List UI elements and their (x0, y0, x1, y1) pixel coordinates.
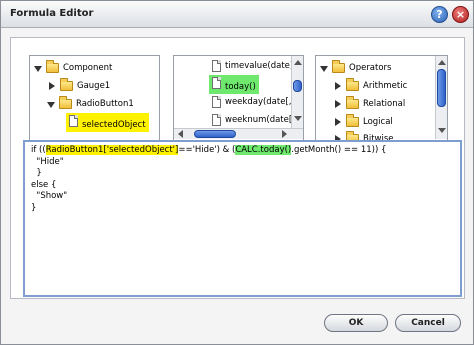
selected-highlight: today() (209, 74, 259, 94)
document-icon (212, 114, 221, 126)
code-text: } (31, 202, 37, 213)
ok-button[interactable]: OK (324, 314, 388, 332)
tree-item-selectedobject[interactable]: selectedObject (66, 112, 149, 132)
chevron-right-icon[interactable] (49, 82, 55, 90)
code-text: if (( (31, 145, 46, 155)
title-bar: Formula Editor ? × (1, 1, 473, 28)
vertical-scrollbar[interactable] (291, 56, 303, 128)
scroll-up-icon[interactable] (438, 60, 446, 65)
vertical-scrollbar[interactable] (435, 56, 447, 139)
tree-item-radiobutton1[interactable]: RadioButton1 (47, 96, 134, 112)
document-icon (69, 114, 78, 127)
tree-item-relational[interactable]: Relational (334, 96, 405, 112)
chevron-down-icon[interactable] (34, 66, 42, 72)
scroll-up-icon[interactable] (294, 60, 302, 65)
tree-item-label: Arithmetic (363, 81, 408, 91)
function-item[interactable]: weeknum(date[, r (212, 112, 301, 128)
chevron-down-icon[interactable] (47, 102, 55, 108)
function-label: weekday(date[, r (225, 97, 298, 107)
chevron-right-icon[interactable] (335, 118, 341, 126)
cancel-button[interactable]: Cancel (395, 314, 461, 332)
horizontal-scrollbar[interactable] (174, 128, 303, 139)
selected-highlight: selectedObject (66, 112, 149, 132)
close-icon[interactable]: × (452, 6, 469, 23)
folder-icon (346, 78, 359, 91)
scroll-thumb[interactable] (293, 80, 302, 92)
folder-icon (332, 60, 345, 73)
document-icon (212, 96, 221, 108)
function-label: timevalue(date) (225, 61, 294, 71)
function-reference-highlight: CALC.today() (235, 145, 292, 155)
tree-item-gauge1[interactable]: Gauge1 (48, 78, 110, 94)
tree-item-component[interactable]: Component (34, 60, 112, 76)
document-icon (212, 60, 221, 72)
dialog-title: Formula Editor (10, 8, 94, 19)
tree-item-label: Gauge1 (77, 81, 111, 91)
folder-icon (346, 114, 359, 127)
document-icon (212, 76, 221, 89)
scroll-thumb[interactable] (194, 130, 236, 138)
tree-item-label: Operators (349, 63, 392, 73)
function-item[interactable]: timevalue(date) (212, 58, 293, 74)
formula-text-area[interactable]: if ((RadioButton1['selectedObject']=='Hi… (23, 140, 462, 297)
code-text: =='Hide') & ( (178, 145, 236, 155)
chevron-right-icon[interactable] (335, 82, 341, 90)
editor-content: Component Gauge1 RadioButton1 selectedOb… (10, 37, 465, 299)
folder-icon (346, 96, 359, 109)
component-reference-highlight: RadioButton1['selectedObject'] (45, 145, 179, 155)
formula-code: if ((RadioButton1['selectedObject']=='Hi… (31, 145, 386, 214)
function-item[interactable]: weekday(date[, r (212, 94, 298, 110)
function-item-today[interactable]: today() (209, 74, 259, 94)
code-text: } (31, 168, 42, 178)
tree-item-label: Logical (363, 117, 393, 127)
function-label: today() (225, 81, 256, 92)
scroll-left-icon[interactable] (178, 130, 183, 138)
chevron-down-icon[interactable] (320, 66, 328, 72)
code-text: else { (31, 179, 57, 190)
chevron-right-icon[interactable] (335, 100, 341, 108)
tree-item-label: RadioButton1 (76, 99, 134, 109)
function-label: weeknum(date[, r (225, 115, 302, 125)
scroll-down-icon[interactable] (438, 128, 446, 133)
scroll-down-icon[interactable] (294, 116, 302, 121)
tree-item-label: Relational (363, 99, 406, 109)
code-text: "Show" (31, 191, 68, 201)
help-icon[interactable]: ? (431, 6, 448, 23)
folder-icon (60, 78, 73, 91)
formula-editor-dialog: Formula Editor ? × Component Gauge1 Radi… (0, 0, 474, 345)
folder-icon (59, 96, 72, 109)
folder-icon (46, 60, 59, 73)
tree-item-operators[interactable]: Operators (320, 60, 391, 76)
code-text: .getMonth() == 11)) { (291, 145, 387, 155)
tree-item-arithmetic[interactable]: Arithmetic (334, 78, 407, 94)
tree-item-label: Component (63, 63, 113, 73)
scroll-thumb[interactable] (437, 69, 446, 107)
scroll-right-icon[interactable] (282, 130, 287, 138)
tree-item-logical[interactable]: Logical (334, 114, 393, 130)
code-text: "Hide" (31, 156, 64, 167)
tree-item-label: selectedObject (82, 119, 146, 130)
